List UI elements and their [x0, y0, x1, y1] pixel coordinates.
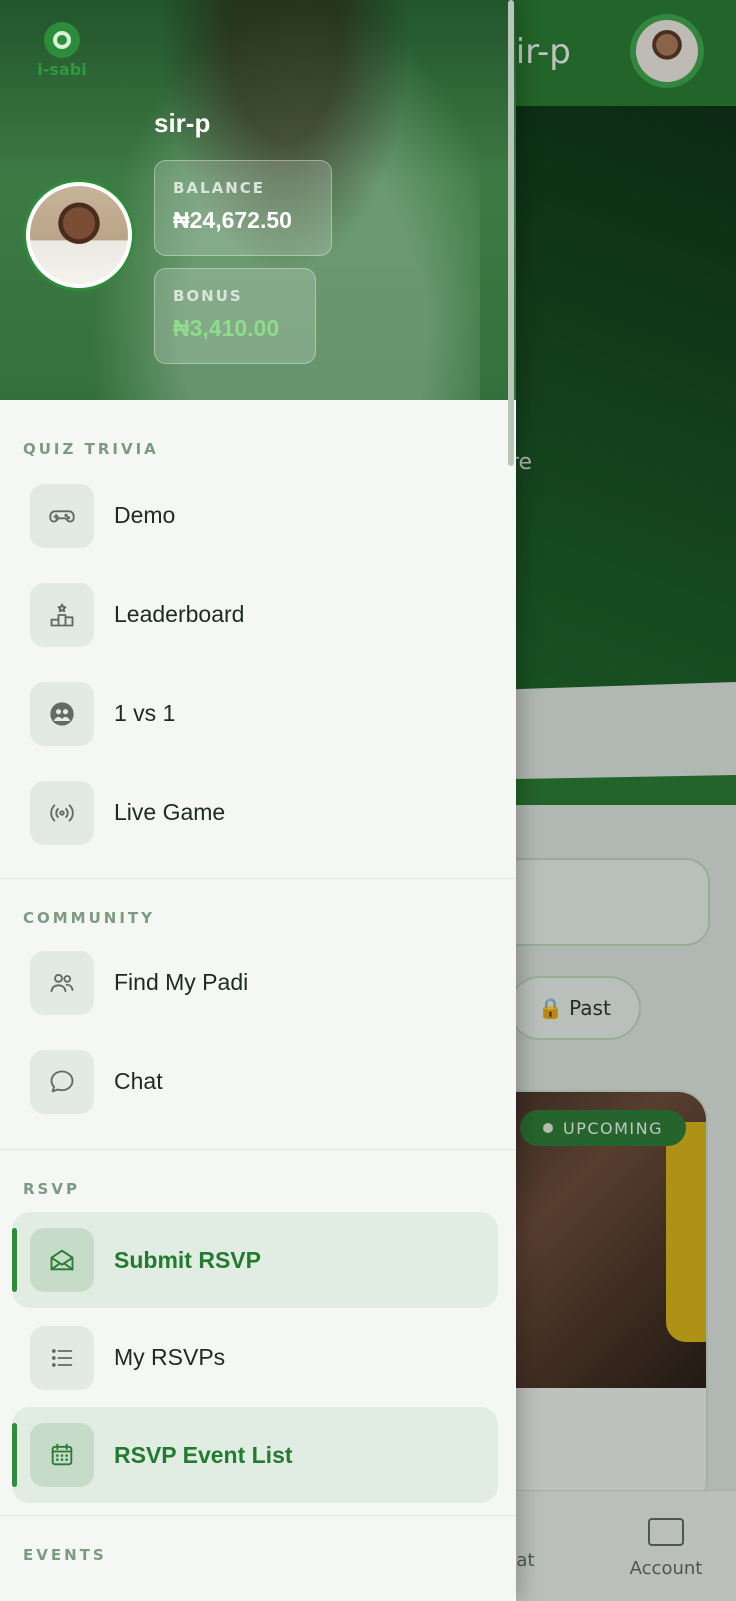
menu-item-find-my-padi[interactable]: Find My Padi [0, 933, 516, 1032]
section-title: EVENTS [23, 1546, 107, 1564]
menu-item-1-vs-1[interactable]: 1 vs 1 [0, 664, 516, 763]
podium-icon [50, 603, 74, 626]
menu-label: Find My Padi [114, 969, 249, 995]
menu-item-submit-rsvp[interactable]: Submit RSVP [12, 1212, 498, 1308]
menu-label: My RSVPs [114, 1344, 226, 1370]
envelope-icon [50, 1249, 74, 1271]
profile-avatar[interactable] [26, 182, 132, 288]
section-community: COMMUNITY Find My Padi Chat [0, 879, 516, 1150]
balance-label: BALANCE [173, 179, 266, 197]
gamepad-icon [49, 509, 75, 522]
calendar-icon [51, 1443, 73, 1466]
section-events: EVENTS [0, 1516, 516, 1564]
section-title: COMMUNITY [23, 909, 156, 927]
bonus-label: BONUS [173, 287, 243, 305]
menu-item-rsvp-event-list[interactable]: RSVP Event List [12, 1407, 498, 1503]
balance-value: ₦24,672.50 [173, 207, 292, 233]
menu-label: Leaderboard [114, 601, 245, 627]
broadcast-icon [50, 803, 74, 822]
menu-label: RSVP Event List [114, 1441, 293, 1468]
drawer-scrollbar[interactable] [508, 0, 514, 466]
menu-item-chat[interactable]: Chat [0, 1032, 516, 1131]
people-icon [50, 973, 74, 992]
navigation-drawer: i-sabi sir-p BALANCE ₦24,672.50 BONUS ₦3… [0, 0, 516, 1601]
menu-item-live-game[interactable]: Live Game [0, 763, 516, 862]
menu-label: Demo [114, 502, 176, 528]
username: sir-p [154, 108, 211, 138]
logo-icon [44, 22, 80, 58]
section-title: RSVP [23, 1180, 80, 1198]
menu-label: Submit RSVP [114, 1246, 261, 1273]
menu-item-demo[interactable]: Demo [0, 466, 516, 565]
list-icon [51, 1348, 73, 1367]
brand-logo: i-sabi [34, 22, 90, 82]
bonus-value: ₦3,410.00 [173, 315, 280, 341]
menu-item-leaderboard[interactable]: Leaderboard [0, 565, 516, 664]
versus-icon [50, 701, 74, 726]
brand-text: i-sabi [37, 60, 87, 79]
section-quiz-trivia: QUIZ TRIVIA Demo Leaderboard 1 vs 1 Live… [0, 400, 516, 879]
drawer-header: i-sabi sir-p BALANCE ₦24,672.50 BONUS ₦3… [0, 0, 516, 400]
balance-card: BALANCE ₦24,672.50 [154, 160, 332, 256]
menu-label: Chat [114, 1068, 163, 1094]
section-rsvp: RSVP Submit RSVP My RSVPs RSVP Event Lis… [0, 1150, 516, 1516]
menu-label: Live Game [114, 799, 226, 825]
bonus-card: BONUS ₦3,410.00 [154, 268, 316, 364]
menu-label: 1 vs 1 [114, 700, 176, 726]
chat-bubble-icon [50, 1070, 74, 1092]
menu-item-my-rsvps[interactable]: My RSVPs [0, 1308, 516, 1407]
section-title: QUIZ TRIVIA [23, 440, 159, 458]
